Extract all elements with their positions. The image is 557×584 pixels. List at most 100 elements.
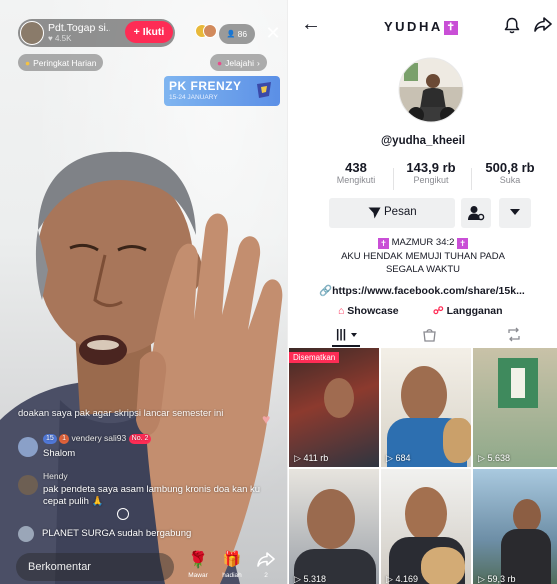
chat-username: vendery sali93 (71, 433, 127, 443)
chat-message[interactable]: 15 1 vendery sali93 No. 2 Shalom (18, 433, 248, 465)
video-thumbnail[interactable]: ▷ 5.318 (289, 469, 379, 584)
subscription-link[interactable]: ☍ Langganan (433, 305, 503, 317)
video-views: ▷ 684 (386, 453, 410, 464)
grid-icon: ||| (336, 327, 347, 341)
follow-button[interactable]: + Ikuti (125, 21, 173, 43)
rose-icon: 🌹 (188, 552, 208, 569)
play-icon: ▷ (386, 453, 393, 463)
chat-join-message: PLANET SURGA sudah bergabung (18, 526, 268, 544)
video-views-value: 411 rb (303, 453, 329, 463)
video-views: ▷ 5.318 (294, 574, 326, 584)
message-button[interactable]: Pesan (329, 198, 455, 228)
pinned-badge: Disematkan (289, 352, 340, 363)
profile-avatar[interactable] (398, 57, 464, 123)
video-views: ▷ 4.169 (386, 574, 418, 584)
video-views: ▷ 411 rb (294, 453, 328, 464)
video-views-value: 5.638 (487, 453, 510, 463)
video-views-value: 684 (395, 453, 411, 463)
heart-icon[interactable]: ♥ (262, 412, 278, 426)
thumbnail-cross (511, 368, 525, 398)
bio-verse: MAZMUR 34:2 (391, 237, 455, 248)
showcase-label: Showcase (347, 305, 399, 317)
explore-pill[interactable]: ● Jelajahi › (210, 54, 267, 71)
viewer-avatar[interactable] (203, 24, 217, 38)
ranking-label: Peringkat Harian (33, 57, 97, 68)
profile-link-text: https://www.facebook.com/share/15k... (332, 285, 525, 297)
profile-username: @yudha_kheeil (380, 135, 466, 147)
viewer-count-value: 86 (237, 29, 248, 39)
bio-line: ✝ MAZMUR 34:2 ✝ (288, 237, 557, 249)
stat-likes-value: 500,8 rb (485, 160, 535, 175)
viewer-count[interactable]: 👤 86 (219, 24, 255, 44)
back-arrow-icon[interactable]: ← (301, 13, 321, 36)
share-icon (257, 552, 275, 567)
stat-following-label: Mengikuti (336, 175, 376, 185)
user-icon: 👤 (226, 31, 236, 38)
video-thumbnail[interactable]: ▷ 59,3 rb (473, 469, 557, 584)
chat-text: pak pendeta saya asam lambung kronis doa… (43, 484, 261, 507)
thumbnail-guitar (421, 547, 465, 584)
bell-icon[interactable] (504, 17, 520, 34)
video-thumbnail[interactable]: ▷ 5.638 (473, 348, 557, 467)
play-icon: ▷ (294, 453, 301, 463)
send-icon (368, 207, 381, 219)
chat-message[interactable]: Hendy pak pendeta saya asam lambung kron… (18, 471, 273, 519)
host-avatar[interactable] (20, 21, 44, 45)
thumbnail-figure (513, 499, 541, 533)
more-options-button[interactable] (499, 198, 531, 228)
comment-input[interactable]: Berkomentar (16, 553, 174, 581)
top-viewers[interactable] (195, 24, 217, 42)
share-button[interactable]: 2 (252, 550, 280, 582)
profile-panel: ← YUDHA ✝ @yudha_kheeil 438 Mengikuti 14… (287, 0, 557, 584)
video-thumbnail[interactable]: ▷ 4.169 (381, 469, 471, 584)
video-views: ▷ 59,3 rb (478, 574, 515, 584)
video-thumbnail[interactable]: ▷ 684 (381, 348, 471, 467)
video-views: ▷ 5.638 (478, 453, 510, 464)
bio-line: AKU HENDAK MEMUJI TUHAN PADA (341, 251, 505, 262)
thumbnail-figure (405, 487, 447, 541)
host-likes: ♥ 4.5K (48, 34, 72, 43)
subscription-icon: ☍ (433, 305, 444, 317)
explore-dot-icon: ● (217, 57, 223, 68)
chat-avatar[interactable] (18, 437, 38, 457)
showcase-link[interactable]: ⌂ Showcase (338, 305, 399, 317)
bio-line: SEGALA WAKTU (385, 264, 461, 275)
gift-button[interactable]: 🎁 hadiah (218, 550, 246, 582)
comment-placeholder: Berkomentar (28, 561, 91, 573)
stat-followers[interactable]: 143,9 rb Pengikut (398, 160, 464, 185)
gift-label: hadiah (222, 572, 242, 579)
stat-followers-label: Pengikut (413, 175, 449, 185)
stat-likes[interactable]: 500,8 rb Suka (474, 160, 546, 185)
tab-shop-icon[interactable] (422, 327, 437, 342)
tab-videos[interactable]: ||| (328, 323, 364, 347)
thumbnail-figure (324, 378, 354, 418)
thumbnail-figure (307, 489, 355, 549)
profile-link[interactable]: 🔗https://www.facebook.com/share/15k... (319, 284, 525, 297)
caret-down-icon (351, 333, 357, 337)
chat-text: PLANET SURGA sudah bergabung (42, 528, 192, 539)
pk-frenzy-banner[interactable]: PK FRENZY 15-24 JANUARY (164, 76, 280, 106)
chat-avatar[interactable] (18, 526, 34, 542)
profile-title: YUDHA ✝ (384, 19, 458, 35)
stat-following[interactable]: 438 Mengikuti (324, 160, 388, 185)
reply-icon[interactable] (117, 508, 129, 520)
thumbnail-guitar (443, 418, 471, 463)
tab-underline (332, 345, 360, 347)
chat-message[interactable]: doakan saya pak agar skripsi lancar seme… (18, 408, 280, 419)
ranking-pill[interactable]: ● Peringkat Harian (18, 54, 104, 71)
chat-avatar[interactable] (18, 475, 38, 495)
caret-down-icon (510, 209, 520, 215)
pk-title: PK FRENZY (169, 79, 242, 93)
tab-repost-icon[interactable] (506, 327, 522, 342)
star-icon: ● (25, 57, 31, 68)
profile-title-text: YUDHA (384, 19, 443, 34)
video-thumbnail[interactable]: Disematkan ▷ 411 rb (289, 348, 379, 467)
close-icon[interactable]: ✕ (264, 22, 282, 44)
rank-badge: No. 2 (128, 433, 152, 444)
share-count: 2 (264, 572, 268, 579)
stat-followers-value: 143,9 rb (406, 160, 456, 175)
add-friend-button[interactable] (461, 198, 491, 228)
share-icon[interactable] (534, 17, 552, 33)
rose-gift-button[interactable]: 🌹 Mawar (184, 550, 212, 582)
cross-badge-icon: ✝ (457, 238, 469, 249)
